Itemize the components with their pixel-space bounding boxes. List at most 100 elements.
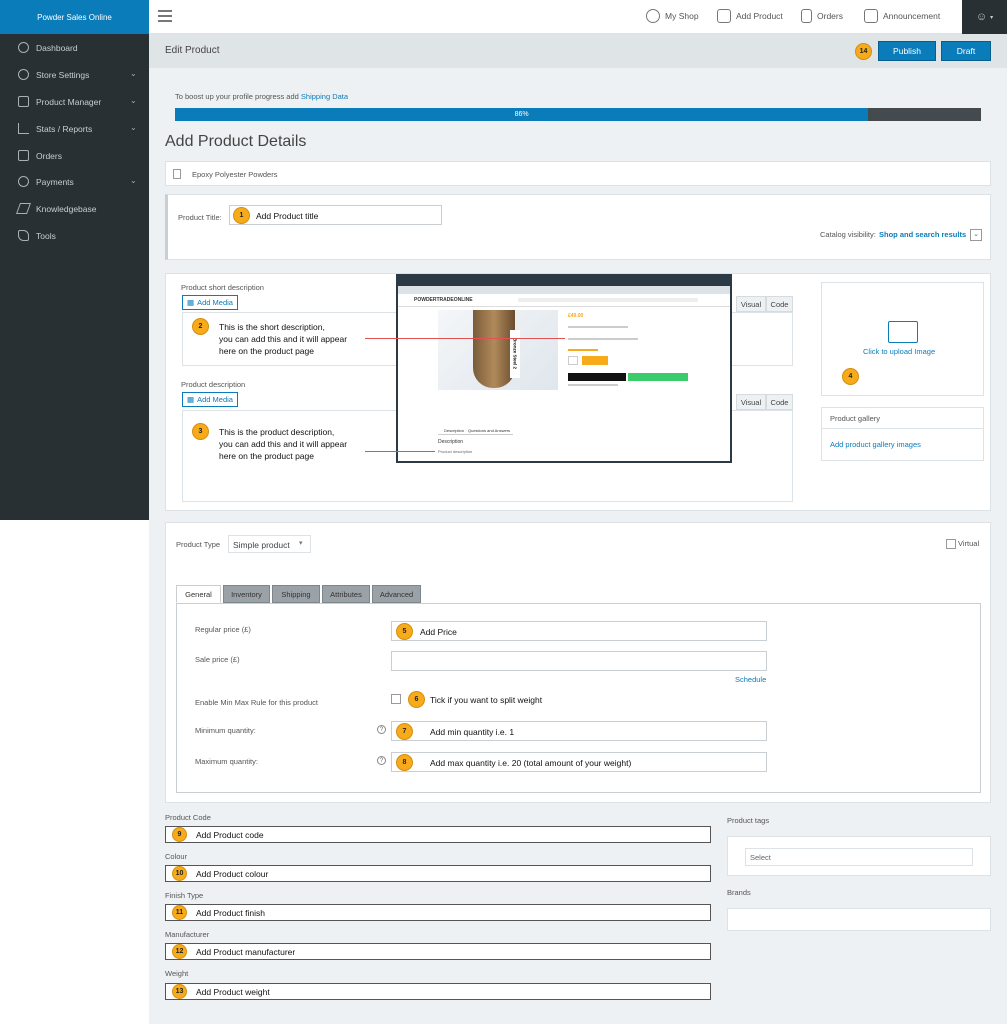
embedded-desc-heading: Description [438, 439, 464, 445]
chevron-down-icon[interactable]: ⌄ [130, 123, 137, 132]
max-qty-input[interactable]: 8 Add max quantity i.e. 20 (total amount… [391, 752, 767, 772]
tab-visual[interactable]: Visual [736, 394, 766, 410]
bar-chart-icon [18, 123, 29, 134]
colour-input[interactable]: 10 Add Product colour [165, 865, 711, 882]
chevron-down-icon[interactable]: ⌄ [130, 69, 137, 78]
tab-code[interactable]: Code [766, 394, 793, 410]
page-title: Add Product Details [165, 133, 307, 150]
regular-price-input[interactable]: 5 Add Price [391, 621, 767, 641]
brands-label: Brands [727, 888, 751, 897]
title-panel: Product Title: 1 Add Product title Catal… [165, 194, 991, 260]
hamburger-menu-icon[interactable] [158, 10, 172, 22]
nav-label: Add Product [736, 11, 783, 21]
arrow-desc [365, 451, 435, 452]
minmax-text: Tick if you want to split weight [430, 695, 543, 705]
step-badge: 4 [842, 368, 859, 385]
tags-placeholder: Select [750, 853, 771, 862]
product-tags-select[interactable]: Select [745, 848, 973, 866]
dashboard-icon [18, 42, 29, 53]
brands-box[interactable] [727, 908, 991, 931]
sidebar-item-label: Orders [36, 150, 62, 161]
attr-label-weight: Weight [165, 969, 189, 978]
nav-add-product[interactable]: Add Product [717, 9, 783, 23]
add-media-label: Add Media [197, 395, 233, 404]
embedded-product-image: Bronze Steel 2 [438, 310, 558, 390]
product-type-label: Product Type [176, 540, 221, 549]
catalog-visibility-value[interactable]: Shop and search results [879, 230, 966, 239]
regular-price-label: Regular price (£) [195, 625, 251, 634]
step-badge: 12 [172, 944, 187, 959]
colour-value: Add Product colour [196, 869, 269, 879]
category-bar: Epoxy Polyester Powders [165, 161, 991, 186]
embedded-qty [568, 356, 578, 365]
sidebar-item-orders[interactable]: Orders [18, 150, 62, 161]
nav-announcement[interactable]: Announcement [864, 9, 940, 23]
help-icon[interactable]: ? [377, 756, 386, 765]
sidebar-item-store-settings[interactable]: Store Settings [18, 69, 89, 80]
sidebar-item-product-manager[interactable]: Product Manager [18, 96, 101, 107]
shipping-data-link[interactable]: Shipping Data [301, 92, 348, 101]
nav-orders[interactable]: Orders [801, 9, 843, 23]
brand-logo[interactable]: Powder Sales Online [0, 0, 149, 34]
sidebar-item-label: Tools [36, 230, 56, 241]
add-media-button[interactable]: ▦ Add Media [182, 392, 238, 407]
tab-attributes[interactable]: Attributes [322, 585, 370, 603]
product-type-select[interactable]: Simple product ▾ [228, 535, 311, 553]
virtual-label: Virtual [958, 539, 980, 548]
minmax-checkbox[interactable] [391, 694, 401, 704]
product-title-input[interactable]: 1 Add Product title [229, 205, 442, 225]
sidebar-item-stats-reports[interactable]: Stats / Reports [18, 123, 92, 134]
tab-code[interactable]: Code [766, 296, 793, 312]
min-qty-input[interactable]: 7 Add min quantity i.e. 1 [391, 721, 767, 741]
add-media-button[interactable]: ▦ Add Media [182, 295, 238, 310]
product-code-input[interactable]: 9 Add Product code [165, 826, 711, 843]
sidebar-item-payments[interactable]: Payments [18, 176, 74, 187]
step-badge: 5 [396, 623, 413, 640]
upload-image-box[interactable]: Click to upload Image 4 [821, 282, 984, 396]
sidebar-item-tools[interactable]: Tools [18, 230, 56, 241]
help-icon[interactable]: ? [377, 725, 386, 734]
manufacturer-input[interactable]: 12 Add Product manufacturer [165, 943, 711, 960]
product-photo [473, 310, 515, 388]
weight-input[interactable]: 13 Add Product weight [165, 983, 711, 1000]
publish-button[interactable]: Publish [878, 41, 936, 61]
attr-label-finish-type: Finish Type [165, 891, 204, 900]
add-gallery-link[interactable]: Add product gallery images [830, 440, 921, 449]
virtual-checkbox[interactable] [946, 539, 956, 549]
tab-general[interactable]: General [176, 585, 221, 603]
step-badge: 8 [396, 754, 413, 771]
step-badge: 13 [172, 984, 187, 999]
product-gallery-title: Product gallery [830, 414, 881, 423]
step-badge: 1 [233, 207, 250, 224]
draft-button[interactable]: Draft [941, 41, 991, 61]
nav-my-shop[interactable]: My Shop [646, 9, 699, 23]
tab-inventory[interactable]: Inventory [223, 585, 270, 603]
sale-price-label: Sale price (£) [195, 655, 240, 664]
nav-label: Announcement [883, 11, 941, 21]
desc-line2: you can add this and it will appear [219, 439, 348, 449]
chevron-down-icon: ▾ [299, 540, 303, 547]
short-desc-line2: you can add this and it will appear [219, 334, 348, 344]
attr-label-product-code: Product Code [165, 813, 211, 822]
tab-shipping[interactable]: Shipping [272, 585, 320, 603]
sidebar-item-label: Payments [36, 176, 74, 187]
sidebar-item-dashboard[interactable]: Dashboard [18, 42, 78, 53]
product-data-panel: Product Type Simple product ▾ Virtual Ge… [165, 522, 991, 803]
max-qty-label: Maximum quantity: [195, 757, 258, 766]
schedule-link[interactable]: Schedule [735, 675, 766, 684]
chevron-down-icon[interactable]: ⌄ [130, 176, 137, 185]
progress-text: To boost up your profile progress add Sh… [175, 92, 348, 101]
step-badge: 11 [172, 905, 187, 920]
user-menu[interactable]: ☺ ▾ [962, 0, 1007, 34]
document-icon [173, 169, 181, 179]
tab-visual[interactable]: Visual [736, 296, 766, 312]
finish-type-input[interactable]: 11 Add Product finish [165, 904, 711, 921]
chevron-down-icon[interactable]: ⌄ [130, 96, 137, 105]
desc-line3: here on the product page [219, 451, 314, 461]
sidebar-item-knowledgebase[interactable]: Knowledgebase [15, 203, 97, 214]
chevron-down-icon[interactable]: ⌄ [970, 229, 982, 241]
general-tab-panel: Regular price (£) 5 Add Price Sale price… [176, 603, 981, 793]
sale-price-input[interactable] [391, 651, 767, 671]
min-qty-value: Add min quantity i.e. 1 [430, 727, 515, 737]
tab-advanced[interactable]: Advanced [372, 585, 421, 603]
